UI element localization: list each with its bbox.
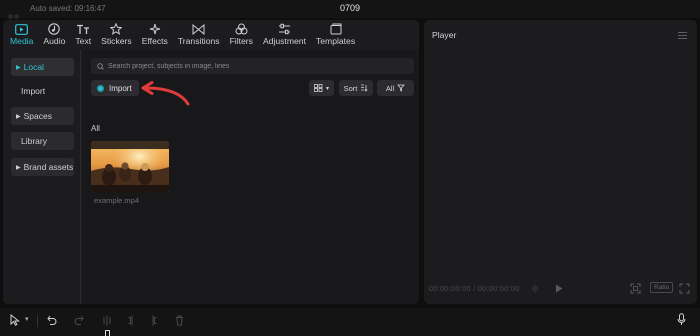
- tab-media-label: Media: [10, 36, 34, 46]
- import-icon: [97, 84, 104, 92]
- waveform-icon: [532, 284, 538, 293]
- search-bar[interactable]: [91, 58, 414, 74]
- media-icon: [15, 23, 29, 35]
- text-icon: [76, 23, 90, 35]
- audio-icon: [47, 23, 61, 35]
- play-icon[interactable]: [555, 284, 563, 293]
- title-bar: Auto saved: 09:16:47 0709: [0, 0, 700, 19]
- caret-right-icon: ▶: [16, 164, 21, 171]
- playhead-handle[interactable]: [105, 330, 110, 336]
- import-button[interactable]: Import: [91, 80, 139, 96]
- tab-effects[interactable]: Effects: [137, 20, 173, 50]
- tab-stickers-label: Stickers: [101, 36, 132, 46]
- tab-filters[interactable]: Filters: [225, 20, 258, 50]
- media-content: Import ▾ Sort All All: [82, 50, 419, 304]
- tab-effects-label: Effects: [141, 36, 168, 46]
- tab-adjustment-label: Adjustment: [262, 36, 306, 46]
- project-title: 0709: [339, 3, 361, 13]
- tab-audio-label: Audio: [43, 36, 66, 46]
- filters-icon: [234, 23, 248, 35]
- sort-button[interactable]: Sort: [339, 80, 373, 96]
- sidebar-item-local[interactable]: ▶ Local: [11, 58, 74, 76]
- effects-icon: [148, 23, 162, 35]
- media-filename: example.mp4: [94, 196, 140, 205]
- sidebar-item-library[interactable]: Library: [11, 132, 74, 150]
- sidebar-item-brand-assets[interactable]: ▶ Brand assets: [11, 158, 74, 176]
- tab-stickers[interactable]: Stickers: [96, 20, 137, 50]
- templates-icon: [329, 23, 343, 35]
- annotation-arrow-icon: [141, 81, 190, 106]
- player-title: Player: [432, 30, 457, 40]
- delete-icon[interactable]: [175, 315, 184, 326]
- asset-toolbar: Media Audio Text Stickers Effects Transi…: [3, 20, 419, 50]
- fullscreen-icon[interactable]: [679, 283, 690, 294]
- section-heading: All: [91, 124, 100, 133]
- media-panel: Media Audio Text Stickers Effects Transi…: [3, 20, 419, 304]
- sort-label: Sort: [343, 83, 358, 93]
- tab-audio[interactable]: Audio: [38, 20, 70, 50]
- sidebar-item-label: Library: [21, 136, 47, 146]
- player-panel: Player 00:00:00:00 / 00:00:00:00 Ratio: [424, 20, 697, 304]
- search-input[interactable]: [108, 62, 408, 70]
- redo-icon[interactable]: [74, 315, 84, 325]
- tab-transitions-label: Transitions: [177, 36, 220, 46]
- tab-templates[interactable]: Templates: [311, 20, 360, 50]
- adjustment-icon: [277, 23, 291, 35]
- ratio-button[interactable]: Ratio: [650, 282, 674, 293]
- menu-icon[interactable]: [678, 32, 687, 41]
- sidebar-item-import[interactable]: Import: [11, 82, 74, 100]
- timeline-toolbar: ▾: [0, 308, 700, 336]
- filter-button[interactable]: All: [377, 80, 414, 96]
- filter-label: All: [385, 83, 395, 93]
- cursor-select-icon[interactable]: [10, 314, 20, 326]
- chevron-down-icon[interactable]: ▾: [25, 315, 29, 323]
- media-thumbnail[interactable]: [91, 141, 169, 193]
- undo-icon[interactable]: [47, 315, 57, 325]
- toolbar-divider: [37, 315, 38, 327]
- microphone-icon[interactable]: [677, 313, 686, 326]
- search-icon: [97, 62, 104, 70]
- filter-icon: [397, 84, 406, 92]
- sidebar-item-spaces[interactable]: ▶ Spaces: [11, 107, 74, 125]
- tab-templates-label: Templates: [315, 36, 356, 46]
- player-timecode: 00:00:00:00 / 00:00:00:00: [429, 284, 520, 293]
- stickers-icon: [109, 23, 123, 35]
- tab-text-label: Text: [75, 36, 92, 46]
- caret-right-icon: ▶: [16, 113, 21, 120]
- tab-filters-label: Filters: [229, 36, 253, 46]
- split-right-icon[interactable]: [150, 315, 158, 326]
- tab-text[interactable]: Text: [70, 20, 96, 50]
- sidebar-item-label: Spaces: [23, 111, 52, 121]
- chevron-down-icon: ▾: [325, 85, 329, 92]
- sidebar-item-label: Import: [21, 86, 46, 96]
- import-label: Import: [109, 83, 132, 93]
- split-icon[interactable]: [103, 315, 111, 326]
- fit-screen-icon[interactable]: [630, 283, 641, 294]
- view-mode-button[interactable]: ▾: [309, 80, 334, 96]
- media-sidebar: ▶ Local Import ▶ Spaces Library ▶ Brand …: [3, 50, 81, 304]
- tab-transitions[interactable]: Transitions: [173, 20, 225, 50]
- sidebar-item-label: Local: [23, 62, 44, 72]
- sort-icon: [361, 84, 368, 92]
- caret-right-icon: ▶: [16, 64, 21, 71]
- tab-adjustment[interactable]: Adjustment: [258, 20, 311, 50]
- split-left-icon[interactable]: [127, 315, 135, 326]
- transitions-icon: [192, 23, 206, 35]
- tab-media[interactable]: Media: [5, 20, 38, 50]
- grid-view-icon: [314, 84, 323, 92]
- sidebar-item-label: Brand assets: [23, 162, 74, 172]
- video-thumbnail-image: [91, 141, 169, 193]
